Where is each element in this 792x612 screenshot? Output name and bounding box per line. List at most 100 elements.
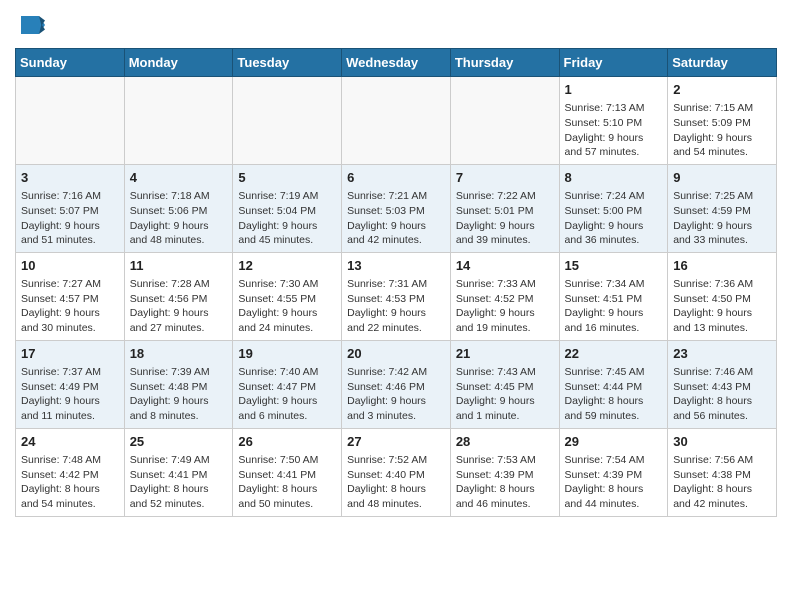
day-info: Sunrise: 7:53 AM Sunset: 4:39 PM Dayligh…: [456, 453, 554, 512]
day-info: Sunrise: 7:43 AM Sunset: 4:45 PM Dayligh…: [456, 365, 554, 424]
calendar-day-cell: 25Sunrise: 7:49 AM Sunset: 4:41 PM Dayli…: [124, 428, 233, 516]
calendar-day-cell: 12 Sunrise: 7:30 AM Sunset: 4:55 PM Dayli…: [233, 252, 342, 340]
day-info: Sunrise: 7:24 AM Sunset: 5:00 PM Dayligh…: [565, 189, 663, 248]
calendar-day-cell: 9 Sunrise: 7:25 AM Sunset: 4:59 PM Daylig…: [668, 164, 777, 252]
day-info: Sunrise: 7:28 AM Sunset: 4:56 PM Dayligh…: [130, 277, 228, 336]
day-number: 5: [238, 169, 336, 187]
day-info: Sunrise: 7:31 AM Sunset: 4:53 PM Dayligh…: [347, 277, 445, 336]
day-number: 9: [673, 169, 771, 187]
calendar-day-cell: [16, 77, 125, 165]
calendar-day-cell: 20 Sunrise: 7:42 AM Sunset: 4:46 PM Dayli…: [342, 340, 451, 428]
calendar-day-cell: 10 Sunrise: 7:27 AM Sunset: 4:57 PM Dayli…: [16, 252, 125, 340]
day-number: 10: [21, 257, 119, 275]
day-info: Sunrise: 7:30 AM Sunset: 4:55 PM Dayligh…: [238, 277, 336, 336]
day-number: 7: [456, 169, 554, 187]
day-number: 20: [347, 345, 445, 363]
calendar-day-cell: 6 Sunrise: 7:21 AM Sunset: 5:03 PM Daylig…: [342, 164, 451, 252]
day-number: 15: [565, 257, 663, 275]
day-number: 13: [347, 257, 445, 275]
calendar-day-cell: 8Sunrise: 7:24 AM Sunset: 5:00 PM Daylig…: [559, 164, 668, 252]
day-info: Sunrise: 7:50 AM Sunset: 4:41 PM Dayligh…: [238, 453, 336, 512]
calendar-table: SundayMondayTuesdayWednesdayThursdayFrid…: [15, 48, 777, 517]
day-number: 19: [238, 345, 336, 363]
calendar-day-cell: 16 Sunrise: 7:36 AM Sunset: 4:50 PM Dayli…: [668, 252, 777, 340]
calendar-day-cell: 19 Sunrise: 7:40 AM Sunset: 4:47 PM Dayli…: [233, 340, 342, 428]
calendar-day-cell: [124, 77, 233, 165]
day-info: Sunrise: 7:40 AM Sunset: 4:47 PM Dayligh…: [238, 365, 336, 424]
day-info: Sunrise: 7:36 AM Sunset: 4:50 PM Dayligh…: [673, 277, 771, 336]
calendar-day-cell: 21 Sunrise: 7:43 AM Sunset: 4:45 PM Dayli…: [450, 340, 559, 428]
calendar-week-row: 10 Sunrise: 7:27 AM Sunset: 4:57 PM Dayli…: [16, 252, 777, 340]
day-info: Sunrise: 7:18 AM Sunset: 5:06 PM Dayligh…: [130, 189, 228, 248]
calendar-day-cell: 18 Sunrise: 7:39 AM Sunset: 4:48 PM Dayli…: [124, 340, 233, 428]
calendar-day-cell: 30 Sunrise: 7:56 AM Sunset: 4:38 PM Dayli…: [668, 428, 777, 516]
calendar-day-cell: 24 Sunrise: 7:48 AM Sunset: 4:42 PM Dayli…: [16, 428, 125, 516]
weekday-header: Monday: [124, 49, 233, 77]
day-number: 6: [347, 169, 445, 187]
day-number: 12: [238, 257, 336, 275]
day-number: 30: [673, 433, 771, 451]
calendar-week-row: 24 Sunrise: 7:48 AM Sunset: 4:42 PM Dayli…: [16, 428, 777, 516]
weekday-header: Thursday: [450, 49, 559, 77]
calendar-day-cell: 14Sunrise: 7:33 AM Sunset: 4:52 PM Dayli…: [450, 252, 559, 340]
day-info: Sunrise: 7:42 AM Sunset: 4:46 PM Dayligh…: [347, 365, 445, 424]
calendar-day-cell: 22 Sunrise: 7:45 AM Sunset: 4:44 PM Dayli…: [559, 340, 668, 428]
day-number: 22: [565, 345, 663, 363]
day-info: Sunrise: 7:25 AM Sunset: 4:59 PM Dayligh…: [673, 189, 771, 248]
calendar-week-row: 1Sunrise: 7:13 AM Sunset: 5:10 PM Daylig…: [16, 77, 777, 165]
calendar-day-cell: [450, 77, 559, 165]
calendar-day-cell: 5 Sunrise: 7:19 AM Sunset: 5:04 PM Daylig…: [233, 164, 342, 252]
calendar-day-cell: 26 Sunrise: 7:50 AM Sunset: 4:41 PM Dayli…: [233, 428, 342, 516]
weekday-header: Wednesday: [342, 49, 451, 77]
day-info: Sunrise: 7:45 AM Sunset: 4:44 PM Dayligh…: [565, 365, 663, 424]
day-number: 21: [456, 345, 554, 363]
day-info: Sunrise: 7:49 AM Sunset: 4:41 PM Dayligh…: [130, 453, 228, 512]
day-number: 24: [21, 433, 119, 451]
day-info: Sunrise: 7:39 AM Sunset: 4:48 PM Dayligh…: [130, 365, 228, 424]
calendar-day-cell: 1Sunrise: 7:13 AM Sunset: 5:10 PM Daylig…: [559, 77, 668, 165]
calendar-day-cell: 15 Sunrise: 7:34 AM Sunset: 4:51 PM Dayli…: [559, 252, 668, 340]
day-info: Sunrise: 7:22 AM Sunset: 5:01 PM Dayligh…: [456, 189, 554, 248]
day-info: Sunrise: 7:52 AM Sunset: 4:40 PM Dayligh…: [347, 453, 445, 512]
day-number: 3: [21, 169, 119, 187]
calendar-day-cell: 17 Sunrise: 7:37 AM Sunset: 4:49 PM Dayli…: [16, 340, 125, 428]
day-number: 29: [565, 433, 663, 451]
day-info: Sunrise: 7:34 AM Sunset: 4:51 PM Dayligh…: [565, 277, 663, 336]
weekday-header: Saturday: [668, 49, 777, 77]
page-container: SundayMondayTuesdayWednesdayThursdayFrid…: [0, 0, 792, 532]
day-number: 16: [673, 257, 771, 275]
calendar-day-cell: 28 Sunrise: 7:53 AM Sunset: 4:39 PM Dayli…: [450, 428, 559, 516]
day-info: Sunrise: 7:15 AM Sunset: 5:09 PM Dayligh…: [673, 101, 771, 160]
day-info: Sunrise: 7:56 AM Sunset: 4:38 PM Dayligh…: [673, 453, 771, 512]
calendar-week-row: 3 Sunrise: 7:16 AM Sunset: 5:07 PM Daylig…: [16, 164, 777, 252]
day-info: Sunrise: 7:19 AM Sunset: 5:04 PM Dayligh…: [238, 189, 336, 248]
day-number: 26: [238, 433, 336, 451]
day-number: 2: [673, 81, 771, 99]
day-number: 14: [456, 257, 554, 275]
day-info: Sunrise: 7:27 AM Sunset: 4:57 PM Dayligh…: [21, 277, 119, 336]
day-info: Sunrise: 7:54 AM Sunset: 4:39 PM Dayligh…: [565, 453, 663, 512]
day-info: Sunrise: 7:21 AM Sunset: 5:03 PM Dayligh…: [347, 189, 445, 248]
calendar-day-cell: [233, 77, 342, 165]
day-number: 18: [130, 345, 228, 363]
weekday-header: Friday: [559, 49, 668, 77]
day-number: 4: [130, 169, 228, 187]
logo: [15, 14, 49, 40]
day-number: 1: [565, 81, 663, 99]
day-info: Sunrise: 7:37 AM Sunset: 4:49 PM Dayligh…: [21, 365, 119, 424]
day-number: 28: [456, 433, 554, 451]
logo-icon: [15, 10, 45, 40]
calendar-day-cell: 4 Sunrise: 7:18 AM Sunset: 5:06 PM Daylig…: [124, 164, 233, 252]
weekday-header: Tuesday: [233, 49, 342, 77]
calendar-day-cell: 23Sunrise: 7:46 AM Sunset: 4:43 PM Dayli…: [668, 340, 777, 428]
calendar-day-cell: 7 Sunrise: 7:22 AM Sunset: 5:01 PM Daylig…: [450, 164, 559, 252]
day-number: 11: [130, 257, 228, 275]
page-header: [15, 10, 777, 40]
day-info: Sunrise: 7:48 AM Sunset: 4:42 PM Dayligh…: [21, 453, 119, 512]
calendar-day-cell: 27 Sunrise: 7:52 AM Sunset: 4:40 PM Dayli…: [342, 428, 451, 516]
day-number: 17: [21, 345, 119, 363]
weekday-header: Sunday: [16, 49, 125, 77]
calendar-day-cell: 11 Sunrise: 7:28 AM Sunset: 4:56 PM Dayli…: [124, 252, 233, 340]
day-number: 27: [347, 433, 445, 451]
day-info: Sunrise: 7:16 AM Sunset: 5:07 PM Dayligh…: [21, 189, 119, 248]
